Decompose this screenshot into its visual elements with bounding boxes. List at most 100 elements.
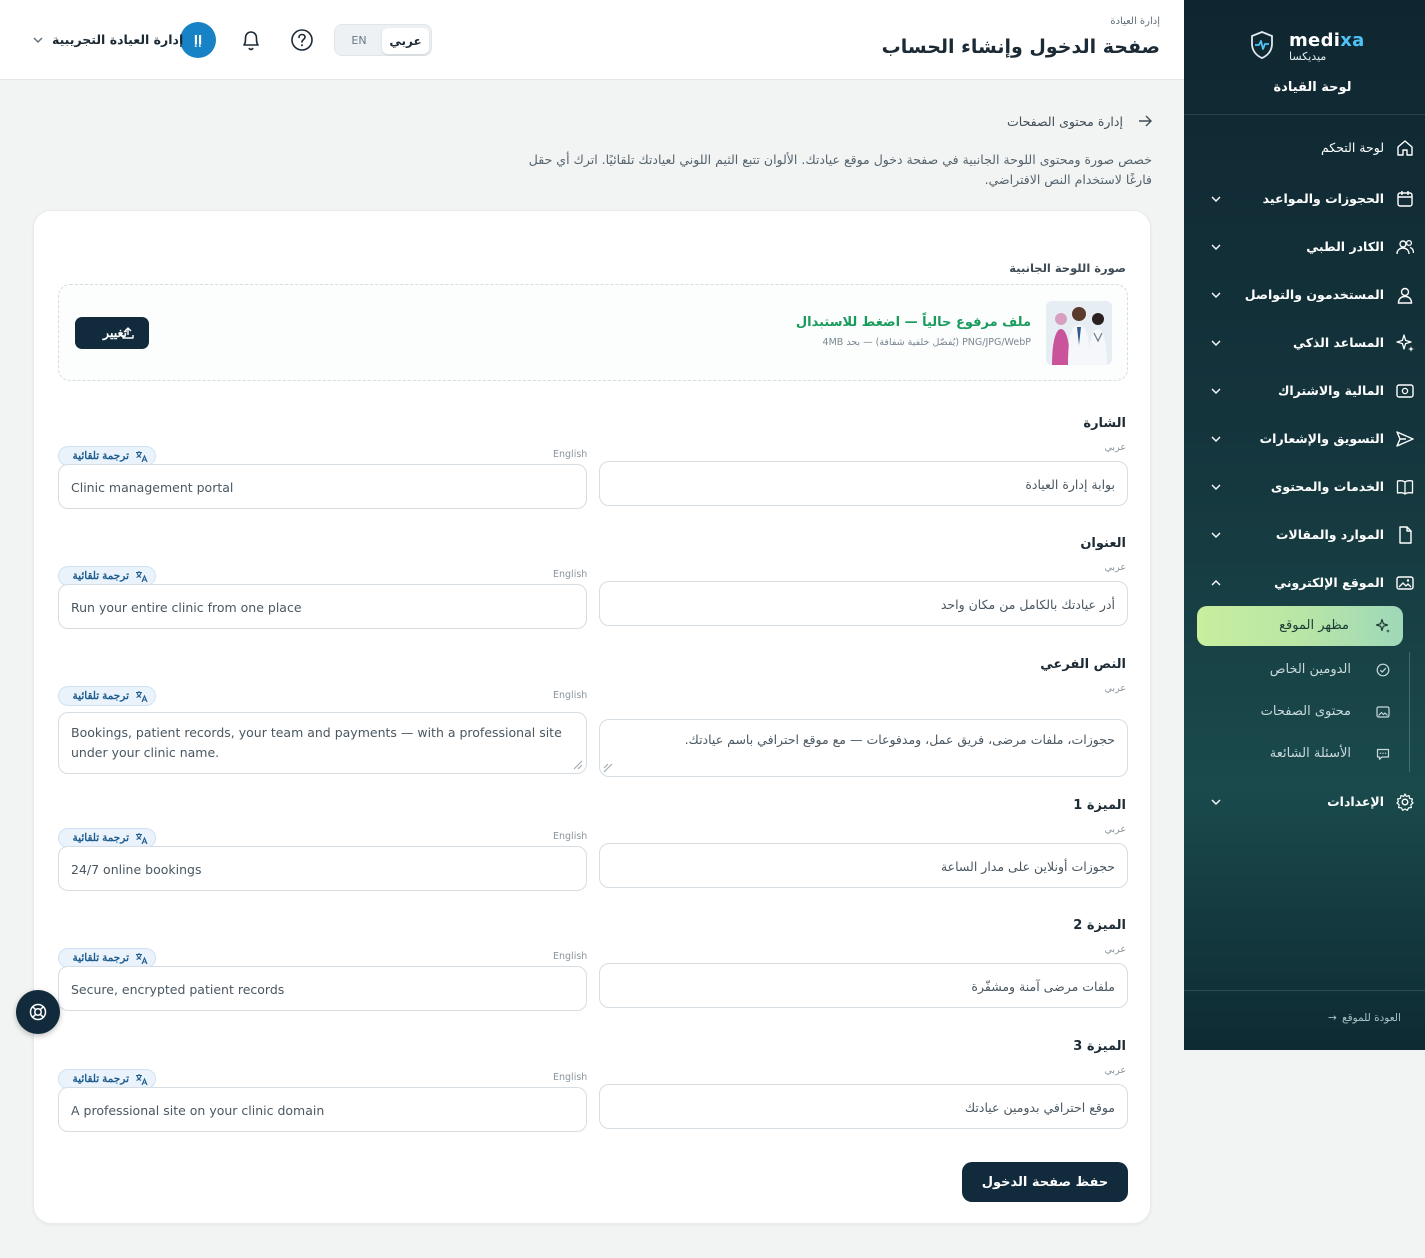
sidebar-item-services[interactable]: الخدمات والمحتوى xyxy=(1184,469,1425,505)
english-input-value: Bookings, patient records, your team and… xyxy=(71,725,562,760)
auto-translate-label: ترجمة تلقائية xyxy=(72,450,129,462)
field-title: الميزة 3 xyxy=(1073,1039,1126,1054)
sparkles-icon xyxy=(1375,618,1390,633)
english-field-label: English xyxy=(553,569,588,580)
sidebar-item-label: المالية والاشتراك xyxy=(1277,383,1384,398)
calendar-icon xyxy=(1397,191,1413,207)
arabic-input[interactable]: ملفات مرضى آمنة ومشفّرة xyxy=(599,963,1128,1008)
sidebar-item-label: التسويق والإشعارات xyxy=(1259,431,1384,446)
sidebar-item-users[interactable]: المستخدمون والتواصل xyxy=(1184,277,1425,313)
back-link-label: إدارة محتوى الصفحات xyxy=(1007,114,1123,129)
auto-translate-label: ترجمة تلقائية xyxy=(72,952,129,964)
change-image-button[interactable]: تغيير xyxy=(75,317,149,349)
translate-icon xyxy=(136,451,148,463)
arabic-textarea[interactable]: حجوزات، ملفات مرضى، فريق عمل، ومدفوعات —… xyxy=(599,719,1128,777)
sidebar: medixa ميديكسا لوحة القيادة لوحة التحكم … xyxy=(1184,0,1425,1050)
field-title: الميزة 1 xyxy=(1073,798,1126,813)
money-icon xyxy=(1396,384,1414,398)
chat-icon xyxy=(1376,748,1390,760)
lang-en-option[interactable]: EN xyxy=(339,29,379,53)
translate-icon xyxy=(136,571,148,583)
sidebar-item-medical-staff[interactable]: الكادر الطبي xyxy=(1184,229,1425,265)
english-textarea[interactable]: Bookings, patient records, your team and… xyxy=(58,712,587,774)
sidebar-divider xyxy=(1184,990,1425,991)
resize-handle-icon[interactable] xyxy=(603,763,613,773)
sidebar-divider xyxy=(1184,114,1425,115)
auto-translate-button[interactable]: ترجمة تلقائية xyxy=(58,1069,156,1089)
image-icon xyxy=(1376,706,1390,718)
english-input-value: A professional site on your clinic domai… xyxy=(71,1103,325,1118)
chevron-down-icon xyxy=(1211,196,1221,202)
english-input[interactable]: A professional site on your clinic domai… xyxy=(58,1087,587,1132)
help-icon[interactable] xyxy=(289,26,315,54)
field-title: العنوان xyxy=(1080,536,1126,551)
field-title: الميزة 2 xyxy=(1073,918,1126,933)
sidebar-item-resources[interactable]: الموارد والمقالات xyxy=(1184,517,1425,553)
english-input[interactable]: 24/7 online bookings xyxy=(58,846,587,891)
user-name[interactable]: إدارة العيادة التجريبية xyxy=(52,32,183,47)
sidebar-item-label: الموارد والمقالات xyxy=(1275,527,1384,542)
back-to-site-label: العودة للموقع xyxy=(1342,1012,1401,1024)
arabic-field-label: عربي xyxy=(1104,562,1126,573)
side-panel-image-thumbnail xyxy=(1046,301,1112,365)
chevron-down-icon xyxy=(1211,340,1221,346)
auto-translate-button[interactable]: ترجمة تلقائية xyxy=(58,686,156,706)
english-input-value: Run your entire clinic from one place xyxy=(71,600,302,615)
page-intro: خصص صورة ومحتوى اللوحة الجانبية في صفحة … xyxy=(528,152,1152,187)
arabic-input[interactable]: أدر عيادتك بالكامل من مكان واحد xyxy=(599,581,1128,626)
breadcrumb[interactable]: إدارة العيادة xyxy=(1110,16,1160,27)
sparkles-icon xyxy=(1396,334,1414,352)
back-to-site-link[interactable]: العودة للموقع → xyxy=(1328,1012,1401,1024)
upload-status: ملف مرفوع حالياً — اضغط للاستبدال xyxy=(795,315,1031,330)
sidebar-item-bookings[interactable]: الحجوزات والمواعيد xyxy=(1184,181,1425,217)
arabic-input[interactable]: بوابة إدارة العيادة xyxy=(599,461,1128,506)
english-field-label: English xyxy=(553,951,588,962)
language-toggle[interactable]: EN عربي xyxy=(334,24,432,56)
english-input[interactable]: Run your entire clinic from one place xyxy=(58,584,587,629)
save-login-page-button[interactable]: حفظ صفحة الدخول xyxy=(962,1162,1128,1202)
sidebar-item-finance[interactable]: المالية والاشتراك xyxy=(1184,373,1425,409)
auto-translate-button[interactable]: ترجمة تلقائية xyxy=(58,566,156,586)
sidebar-item-ai-assistant[interactable]: المساعد الذكي xyxy=(1184,325,1425,361)
sidebar-subitem-site-appearance[interactable]: مظهر الموقع xyxy=(1197,606,1403,646)
sidebar-subitem-label: الدومين الخاص xyxy=(1269,662,1351,677)
chevron-down-icon xyxy=(1211,799,1221,805)
sidebar-item-settings[interactable]: الإعدادات xyxy=(1184,784,1425,820)
sidebar-subitem-pages-content[interactable]: محتوى الصفحات xyxy=(1184,697,1425,727)
bell-icon[interactable] xyxy=(238,26,264,54)
chevron-up-icon xyxy=(1211,580,1221,586)
back-to-pages-content-link[interactable]: إدارة محتوى الصفحات xyxy=(1007,114,1152,129)
file-icon xyxy=(1399,526,1412,544)
sidebar-item-website[interactable]: الموقع الإلكتروني xyxy=(1184,565,1425,601)
brand-logo[interactable]: medixa ميديكسا xyxy=(1184,28,1425,68)
arabic-field-label: عربي xyxy=(1104,442,1126,453)
chevron-down-icon xyxy=(1211,244,1221,250)
sidebar-item-label: الإعدادات xyxy=(1327,794,1384,809)
auto-translate-button[interactable]: ترجمة تلقائية xyxy=(58,828,156,848)
avatar[interactable]: إإ xyxy=(180,22,216,58)
english-input[interactable]: Clinic management portal xyxy=(58,464,587,509)
chevron-down-icon xyxy=(1211,388,1221,394)
auto-translate-button[interactable]: ترجمة تلقائية xyxy=(58,948,156,968)
brand-name-ar: ميديكسا xyxy=(1289,50,1327,63)
auto-translate-label: ترجمة تلقائية xyxy=(72,1073,129,1085)
arabic-input[interactable]: حجوزات أونلاين على مدار الساعة xyxy=(599,843,1128,888)
settings-icon xyxy=(1396,793,1414,811)
sidebar-subitem-faq[interactable]: الأسئلة الشائعة xyxy=(1184,739,1425,769)
arabic-input-value: بوابة إدارة العيادة xyxy=(1025,477,1115,492)
page-title: صفحة الدخول وإنشاء الحساب xyxy=(881,36,1160,58)
arabic-input-value: موقع احترافي بدومين عيادتك xyxy=(964,1100,1115,1115)
arabic-field-label: عربي xyxy=(1104,944,1126,955)
lang-ar-option[interactable]: عربي xyxy=(382,28,429,54)
sidebar-item-marketing[interactable]: التسويق والإشعارات xyxy=(1184,421,1425,457)
chevron-down-icon[interactable] xyxy=(32,34,44,46)
sidebar-subitem-custom-domain[interactable]: الدومين الخاص xyxy=(1184,655,1425,685)
english-input[interactable]: Secure, encrypted patient records xyxy=(58,966,587,1011)
side-panel-image-label: صورة اللوحة الجانبية xyxy=(1009,261,1126,275)
sidebar-item-dashboard[interactable]: لوحة التحكم xyxy=(1184,130,1425,166)
auto-translate-button[interactable]: ترجمة تلقائية xyxy=(58,446,156,466)
arabic-input[interactable]: موقع احترافي بدومين عيادتك xyxy=(599,1084,1128,1129)
resize-handle-icon[interactable] xyxy=(573,760,583,770)
image-upload-area[interactable]: ملف مرفوع حالياً — اضغط للاستبدال PNG/JP… xyxy=(58,284,1128,381)
help-widget-button[interactable] xyxy=(16,990,60,1034)
